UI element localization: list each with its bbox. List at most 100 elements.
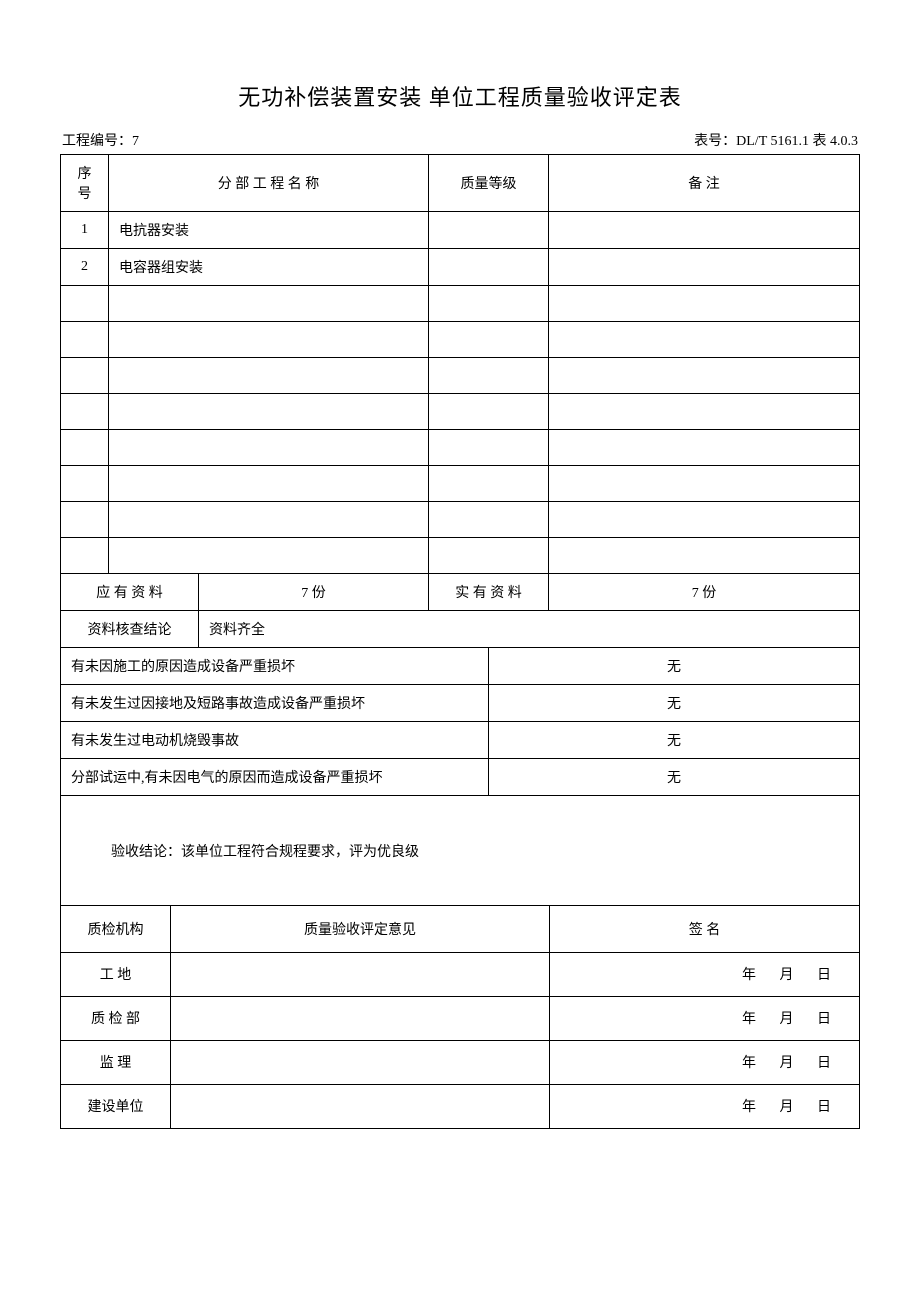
row-seq: [61, 286, 109, 322]
sig-org: 质 检 部: [61, 996, 171, 1040]
table-row: 2 电容器组安装: [61, 249, 860, 286]
project-no-value: 7: [132, 134, 139, 149]
row-note: [549, 249, 860, 286]
project-no: 工程编号：7: [62, 130, 139, 150]
sig-date: 年 月 日: [550, 952, 860, 996]
sig-header-sign: 签 名: [550, 906, 860, 952]
row-name: [109, 502, 429, 538]
materials-actual-value: 7 份: [549, 574, 860, 611]
question-answer: 无: [489, 759, 860, 796]
row-note: [549, 538, 860, 574]
row-note: [549, 430, 860, 466]
question-row: 有未发生过因接地及短路事故造成设备严重损坏 无: [61, 685, 860, 722]
row-name: [109, 430, 429, 466]
conclusion-text: 验收结论：该单位工程符合规程要求，评为优良级: [61, 796, 860, 906]
row-grade: [429, 358, 549, 394]
row-note: [549, 394, 860, 430]
row-seq: 2: [61, 249, 109, 286]
sig-opinion: [171, 1084, 550, 1128]
row-name: 电容器组安装: [109, 249, 429, 286]
question-text: 有未发生过电动机烧毁事故: [61, 722, 489, 759]
materials-row: 应 有 资 料 7 份 实 有 资 料 7 份: [61, 574, 860, 611]
row-note: [549, 322, 860, 358]
sig-org: 监 理: [61, 1040, 171, 1084]
row-seq: [61, 394, 109, 430]
row-note: [549, 286, 860, 322]
sig-header-opinion: 质量验收评定意见: [171, 906, 550, 952]
table-row: [61, 358, 860, 394]
header-note: 备 注: [549, 155, 860, 212]
form-no: 表号：DL/T 5161.1 表 4.0.3: [694, 130, 858, 150]
question-text: 有未发生过因接地及短路事故造成设备严重损坏: [61, 685, 489, 722]
sig-org: 建设单位: [61, 1084, 171, 1128]
sig-date: 年 月 日: [550, 996, 860, 1040]
row-name: [109, 358, 429, 394]
row-name: [109, 394, 429, 430]
row-grade: [429, 466, 549, 502]
row-grade: [429, 212, 549, 249]
sig-row: 工 地 年 月 日: [61, 952, 860, 996]
materials-check-row: 资料核查结论 资料齐全: [61, 611, 860, 648]
question-row: 有未因施工的原因造成设备严重损坏 无: [61, 648, 860, 685]
conclusion-row: 验收结论：该单位工程符合规程要求，评为优良级: [61, 796, 860, 906]
row-grade: [429, 394, 549, 430]
row-grade: [429, 538, 549, 574]
materials-check-value: 资料齐全: [199, 611, 860, 648]
row-seq: [61, 466, 109, 502]
question-text: 分部试运中,有未因电气的原因而造成设备严重损坏: [61, 759, 489, 796]
question-row: 分部试运中,有未因电气的原因而造成设备严重损坏 无: [61, 759, 860, 796]
row-note: [549, 212, 860, 249]
question-row: 有未发生过电动机烧毁事故 无: [61, 722, 860, 759]
sig-date: 年 月 日: [550, 1040, 860, 1084]
row-grade: [429, 322, 549, 358]
question-answer: 无: [489, 685, 860, 722]
page-title: 无功补偿装置安装 单位工程质量验收评定表: [60, 80, 860, 112]
form-no-label: 表号：: [694, 134, 736, 149]
table-row: [61, 430, 860, 466]
form-no-value: DL/T 5161.1 表 4.0.3: [736, 134, 858, 149]
signature-table: 质检机构 质量验收评定意见 签 名 工 地 年 月 日 质 检 部 年 月 日 …: [60, 906, 860, 1129]
table-row: [61, 502, 860, 538]
row-seq: 1: [61, 212, 109, 249]
table-row: 1 电抗器安装: [61, 212, 860, 249]
table-row: [61, 322, 860, 358]
row-name: [109, 286, 429, 322]
row-name: [109, 538, 429, 574]
row-grade: [429, 502, 549, 538]
question-text: 有未因施工的原因造成设备严重损坏: [61, 648, 489, 685]
row-name: [109, 466, 429, 502]
question-answer: 无: [489, 722, 860, 759]
sig-org: 工 地: [61, 952, 171, 996]
meta-row: 工程编号：7 表号：DL/T 5161.1 表 4.0.3: [60, 130, 860, 150]
materials-should-label: 应 有 资 料: [61, 574, 199, 611]
row-note: [549, 358, 860, 394]
row-name: [109, 322, 429, 358]
row-note: [549, 502, 860, 538]
materials-check-label: 资料核查结论: [61, 611, 199, 648]
materials-actual-label: 实 有 资 料: [429, 574, 549, 611]
row-grade: [429, 286, 549, 322]
header-seq: 序号: [61, 155, 109, 212]
sig-row: 监 理 年 月 日: [61, 1040, 860, 1084]
sig-row: 建设单位 年 月 日: [61, 1084, 860, 1128]
row-seq: [61, 538, 109, 574]
question-answer: 无: [489, 648, 860, 685]
table-row: [61, 538, 860, 574]
row-seq: [61, 358, 109, 394]
header-name: 分 部 工 程 名 称: [109, 155, 429, 212]
main-table: 序号 分 部 工 程 名 称 质量等级 备 注 1 电抗器安装 2 电容器组安装…: [60, 154, 860, 906]
sig-date: 年 月 日: [550, 1084, 860, 1128]
header-row: 序号 分 部 工 程 名 称 质量等级 备 注: [61, 155, 860, 212]
row-seq: [61, 430, 109, 466]
sig-opinion: [171, 952, 550, 996]
row-grade: [429, 249, 549, 286]
sig-opinion: [171, 1040, 550, 1084]
row-seq: [61, 502, 109, 538]
sig-opinion: [171, 996, 550, 1040]
header-grade: 质量等级: [429, 155, 549, 212]
row-seq: [61, 322, 109, 358]
row-note: [549, 466, 860, 502]
row-grade: [429, 430, 549, 466]
materials-should-value: 7 份: [199, 574, 429, 611]
project-no-label: 工程编号：: [62, 134, 132, 149]
